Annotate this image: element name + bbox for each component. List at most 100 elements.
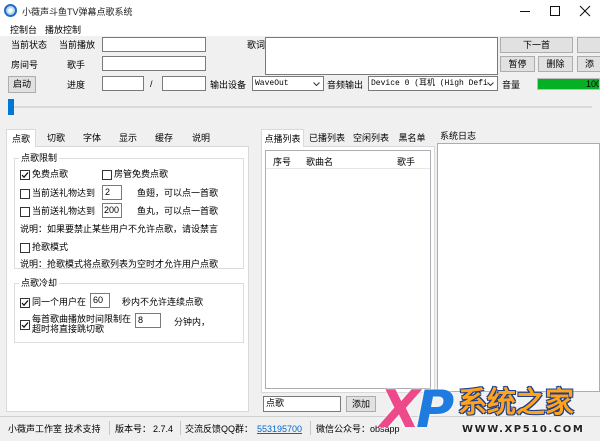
output-device-select[interactable]: WaveOut: [252, 76, 324, 91]
seek-track: [8, 106, 592, 108]
request-cooldown-title: 点歌冷却: [19, 278, 60, 288]
progress-separator: /: [150, 79, 153, 89]
audio-output-select[interactable]: Device 0 (耳机 (High Defi: [368, 76, 498, 91]
tab-request-list[interactable]: 点播列表: [261, 129, 304, 147]
same-user-label[interactable]: 同一个用户在: [32, 297, 86, 307]
now-playing-field[interactable]: [102, 37, 206, 52]
start-button[interactable]: 启动: [8, 76, 36, 93]
time-limit-label-line1[interactable]: 每首歌曲播放时间限制在: [32, 314, 131, 324]
admin-free-checkbox[interactable]: [102, 170, 112, 180]
system-log-title: 系统日志: [440, 131, 477, 141]
tab-played-list[interactable]: 已播列表: [305, 131, 349, 146]
column-index[interactable]: 序号: [273, 157, 291, 167]
qq-group-link[interactable]: 553195700: [257, 424, 302, 434]
next-song-button[interactable]: 下一首: [500, 37, 573, 53]
maximize-button[interactable]: [540, 0, 570, 22]
singer-field[interactable]: [102, 56, 206, 71]
now-playing-label: 当前播放: [59, 40, 96, 50]
output-device-value: WaveOut: [255, 79, 289, 88]
minimize-icon: [520, 11, 530, 12]
tab-cache[interactable]: 缓存: [149, 131, 179, 146]
status-divider: [310, 421, 311, 435]
tab-request[interactable]: 点歌: [6, 129, 36, 147]
time-limit-checkbox[interactable]: [20, 320, 30, 330]
output-device-label: 输出设备: [210, 80, 247, 90]
delete-button[interactable]: 删除: [538, 56, 573, 72]
chevron-down-icon: [313, 82, 320, 86]
volume-value: 100: [586, 79, 600, 89]
qq-group-label: 交流反馈QQ群：: [185, 424, 254, 434]
close-icon: [579, 5, 591, 17]
free-request-checkbox[interactable]: [20, 170, 30, 180]
column-song-name[interactable]: 歌曲名: [306, 157, 333, 167]
add-request-button[interactable]: 添加: [346, 396, 376, 412]
volume-bar[interactable]: 100: [537, 78, 600, 90]
status-divider: [109, 421, 110, 435]
checkmark-icon: [21, 172, 29, 179]
gift-fin-label[interactable]: 当前送礼物达到: [32, 188, 95, 198]
seek-slider[interactable]: [8, 99, 592, 115]
time-limit-minutes-field[interactable]: 8: [135, 313, 161, 328]
free-request-label[interactable]: 免费点歌: [32, 169, 68, 179]
same-user-seconds-field[interactable]: 60: [90, 293, 110, 308]
add-song-button-partial[interactable]: 添: [577, 56, 600, 72]
pause-button[interactable]: 暂停: [500, 56, 535, 72]
tab-idle-list[interactable]: 空闲列表: [349, 131, 393, 146]
tab-skip[interactable]: 切歌: [41, 131, 71, 146]
grab-mode-note: 说明：抢歌模式将点歌列表为空时才允许用户点歌: [20, 259, 219, 269]
request-settings-page: 点歌限制 免费点歌 房管免费点歌 当前送礼物达到 2 鱼翅，可以点一首歌 当前送…: [6, 146, 249, 412]
watermark-logo: XP: [380, 380, 454, 440]
maximize-icon: [550, 6, 560, 16]
gift-ball-amount-field[interactable]: 200: [102, 203, 122, 218]
minimize-button[interactable]: [510, 0, 540, 22]
playlist-table[interactable]: 序号 歌曲名 歌手: [265, 150, 431, 389]
system-log-box[interactable]: [437, 143, 600, 392]
request-limit-group: 点歌限制 免费点歌 房管免费点歌 当前送礼物达到 2 鱼翅，可以点一首歌 当前送…: [14, 153, 244, 269]
partial-top-right-button[interactable]: [577, 37, 600, 53]
same-user-checkbox[interactable]: [20, 298, 30, 308]
tab-blacklist[interactable]: 黑名单: [393, 131, 431, 146]
checkmark-icon: [21, 300, 29, 307]
seek-thumb[interactable]: [8, 99, 14, 115]
gift-fin-suffix: 鱼翅，可以点一首歌: [137, 188, 219, 198]
progress-label: 进度: [67, 80, 86, 90]
playlist-page: 序号 歌曲名 歌手: [261, 146, 435, 393]
audio-output-label: 音频输出: [327, 80, 364, 90]
tab-font[interactable]: 字体: [77, 131, 107, 146]
gift-ball-label[interactable]: 当前送礼物达到: [32, 206, 95, 216]
gift-fin-amount-field[interactable]: 2: [102, 185, 122, 200]
room-number-label: 房间号: [11, 60, 39, 70]
progress-total-field[interactable]: [162, 76, 206, 91]
grab-mode-checkbox[interactable]: [20, 243, 30, 253]
same-user-suffix: 秒内不允许连续点歌: [122, 297, 204, 307]
singer-label: 歌手: [67, 60, 86, 70]
lyrics-label: 歌词: [247, 40, 266, 50]
gift-ball-suffix: 鱼丸，可以点一首歌: [137, 206, 219, 216]
time-limit-label-line2[interactable]: 超时将直接跳切歌: [32, 324, 104, 334]
tab-display[interactable]: 显示: [113, 131, 143, 146]
column-singer[interactable]: 歌手: [397, 157, 415, 167]
gift-fin-checkbox[interactable]: [20, 189, 30, 199]
watermark-url: WWW.XP510.COM: [462, 424, 585, 435]
audio-output-value: Device 0 (耳机 (High Defi: [371, 79, 488, 88]
lyrics-textarea[interactable]: [265, 37, 498, 75]
studio-credit: 小薇声工作室 技术支持: [8, 424, 101, 434]
tab-help[interactable]: 说明: [186, 131, 216, 146]
request-song-input[interactable]: 点歌: [263, 396, 341, 412]
chevron-down-icon: [487, 82, 494, 86]
gift-ball-checkbox[interactable]: [20, 207, 30, 217]
watermark-brand: 系统之家: [458, 385, 575, 419]
menu-console[interactable]: 控制台: [9, 25, 38, 35]
menu-playback-control[interactable]: 播放控制: [44, 25, 82, 35]
request-cooldown-group: 点歌冷却 同一个用户在 60 秒内不允许连续点歌 每首歌曲播放时间限制在 超时将…: [14, 278, 244, 343]
admin-free-label[interactable]: 房管免费点歌: [114, 169, 168, 179]
close-button[interactable]: [570, 0, 600, 22]
window-title: 小薇声斗鱼TV弹幕点歌系统: [22, 7, 133, 17]
menu-bar: 控制台 播放控制: [0, 22, 600, 36]
grab-mode-label[interactable]: 抢歌模式: [32, 242, 68, 252]
version-label: 版本号：: [115, 424, 152, 434]
app-logo-icon: [4, 4, 17, 17]
status-divider: [180, 421, 181, 435]
progress-current-field[interactable]: [102, 76, 144, 91]
title-bar: 小薇声斗鱼TV弹幕点歌系统: [0, 0, 600, 22]
